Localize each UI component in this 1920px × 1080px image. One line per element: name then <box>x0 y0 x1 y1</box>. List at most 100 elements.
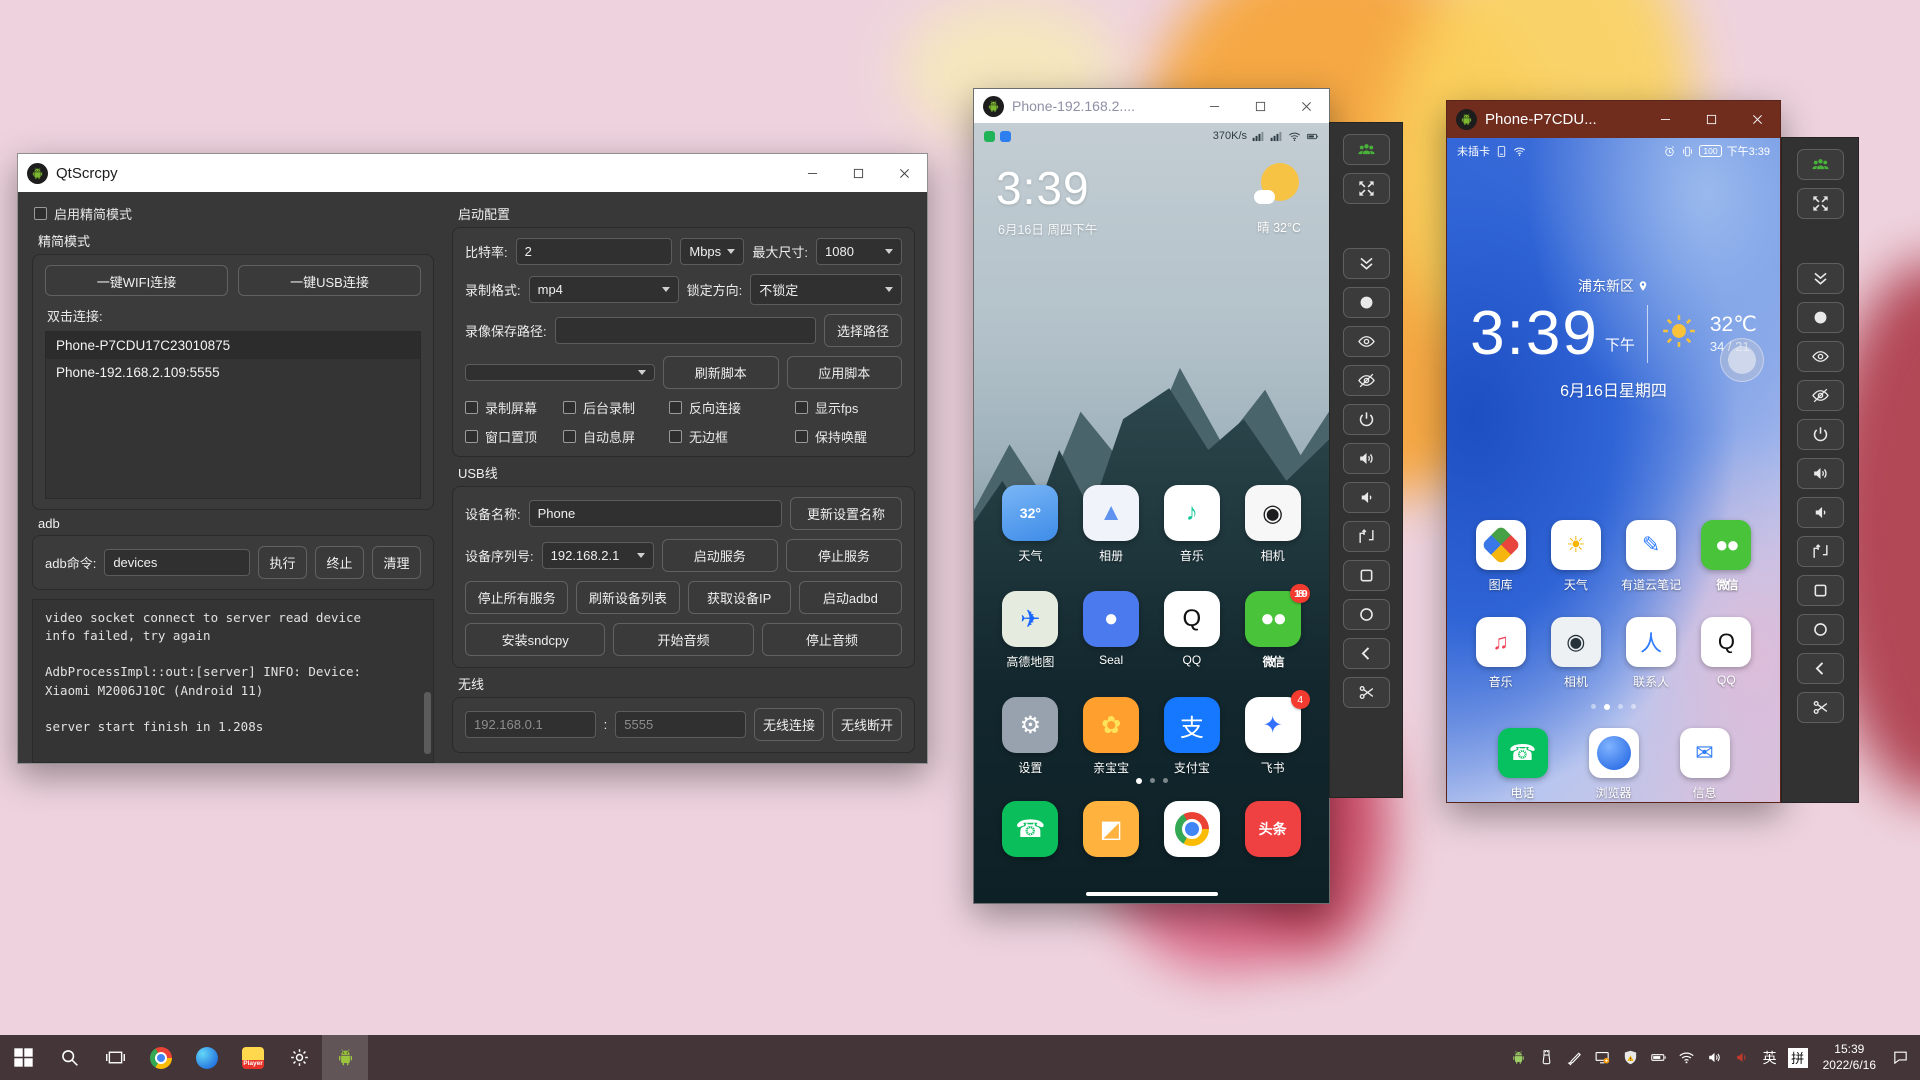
device-list-item[interactable]: Phone-192.168.2.109:5555 <box>46 359 420 386</box>
dock-app-item[interactable]: 头条 <box>1244 801 1301 857</box>
app-icon[interactable]: ✎ <box>1626 520 1677 570</box>
battery-tray-icon[interactable] <box>1645 1035 1672 1080</box>
menu-button[interactable] <box>1796 575 1844 606</box>
start-audio-button[interactable]: 开始音频 <box>613 623 754 656</box>
checkbox-box[interactable] <box>669 430 682 443</box>
blue-app-icon[interactable] <box>184 1035 230 1080</box>
app-icon[interactable]: ☎ <box>1002 801 1059 857</box>
wireless-port-input[interactable] <box>615 711 746 738</box>
chrome-icon[interactable] <box>138 1035 184 1080</box>
phone2-screen[interactable]: 未插卡 100 下午3:39 浦东新区 3:39 下午 32℃ 34 / 21 <box>1447 138 1780 802</box>
app-item[interactable]: ♫ 音乐 <box>1475 617 1526 690</box>
phone2-titlebar[interactable]: Phone-P7CDU... <box>1447 101 1780 138</box>
update-name-button[interactable]: 更新设置名称 <box>790 497 902 530</box>
app-item[interactable]: ◉ 相机 <box>1550 617 1601 690</box>
checkbox-box[interactable] <box>465 430 478 443</box>
navigation-pill[interactable] <box>1085 892 1218 896</box>
app-icon[interactable]: ◉ <box>1550 617 1601 667</box>
start-button[interactable] <box>0 1035 46 1080</box>
home-button[interactable] <box>1342 599 1390 630</box>
adb-terminate-button[interactable]: 终止 <box>315 546 364 579</box>
search-button[interactable] <box>46 1035 92 1080</box>
maximize-button[interactable] <box>1237 89 1283 123</box>
touch-indicator-button[interactable] <box>1342 287 1390 318</box>
group-control-button[interactable] <box>1342 134 1390 165</box>
config-checkbox[interactable]: 反向连接 <box>669 398 795 417</box>
checkbox-box[interactable] <box>795 401 808 414</box>
app-icon[interactable]: 32° <box>1002 485 1059 541</box>
screen-on-button[interactable] <box>1342 326 1390 357</box>
red-volume-tray-icon[interactable] <box>1729 1035 1756 1080</box>
screen-off-button[interactable] <box>1342 365 1390 396</box>
record-path-input[interactable] <box>554 317 816 344</box>
simple-mode-checkbox[interactable]: 启用精简模式 <box>34 204 434 223</box>
power-button[interactable] <box>1796 419 1844 450</box>
minimize-button[interactable] <box>1191 89 1237 123</box>
qtscrcpy-taskbar-icon[interactable] <box>322 1035 368 1080</box>
config-checkbox[interactable]: 后台录制 <box>563 398 669 417</box>
stop-audio-button[interactable]: 停止音频 <box>761 623 902 656</box>
config-checkbox[interactable]: 自动息屏 <box>563 427 669 446</box>
app-item[interactable]: Q QQ <box>1701 617 1752 690</box>
dock-app-item[interactable] <box>1163 801 1220 857</box>
app-item[interactable]: ✦ 4 飞书 <box>1244 690 1310 776</box>
script-select[interactable] <box>465 364 655 381</box>
language-indicator[interactable]: 英 <box>1757 1048 1783 1068</box>
refresh-script-button[interactable]: 刷新脚本 <box>663 356 779 389</box>
app-item[interactable]: ◉ 相机 <box>1244 485 1301 564</box>
close-button[interactable] <box>1283 89 1329 123</box>
app-item[interactable]: ✎ 有道云笔记 <box>1621 520 1681 593</box>
back-button[interactable] <box>1342 638 1390 669</box>
phone1-screen[interactable]: 370K/s 3:39 6月16日 周四下午 晴 32°C 32° 天气 ▲ 相… <box>974 123 1329 903</box>
app-icon[interactable]: ♫ <box>1475 617 1526 667</box>
app-icon[interactable]: ⚙ <box>1002 697 1059 753</box>
minimize-button[interactable] <box>1642 101 1688 138</box>
taskbar-clock[interactable]: 15:39 2022/6/16 <box>1823 1042 1876 1073</box>
volume-up-button[interactable] <box>1796 458 1844 489</box>
choose-path-button[interactable]: 选择路径 <box>824 314 902 347</box>
phone1-titlebar[interactable]: Phone-192.168.2.... <box>974 89 1329 123</box>
bitrate-input[interactable] <box>515 238 673 265</box>
usb-connect-button[interactable]: 一键USB连接 <box>238 265 421 296</box>
close-button[interactable] <box>881 154 927 192</box>
dock-app-item[interactable]: ✉ 信息 <box>1679 728 1730 801</box>
record-format-select[interactable]: mp4 <box>528 276 679 303</box>
screen-on-button[interactable] <box>1796 341 1844 372</box>
wireless-connect-button[interactable]: 无线连接 <box>753 708 824 741</box>
adb-command-input[interactable] <box>104 549 250 576</box>
ime-indicator[interactable]: 拼 <box>1787 1047 1808 1068</box>
app-icon[interactable]: 支 <box>1163 697 1220 753</box>
usb-tray-icon[interactable] <box>1533 1035 1560 1080</box>
volume-up-button[interactable] <box>1342 443 1390 474</box>
config-checkbox[interactable]: 保持唤醒 <box>795 427 902 446</box>
checkbox-box[interactable] <box>465 401 478 414</box>
wireless-disconnect-button[interactable]: 无线断开 <box>831 708 902 741</box>
rotate-screen-button[interactable] <box>1342 521 1390 552</box>
app-icon[interactable]: ●● <box>1701 520 1752 570</box>
home-button[interactable] <box>1796 614 1844 645</box>
lock-orientation-select[interactable]: 不锁定 <box>750 274 902 305</box>
checkbox-box[interactable] <box>563 401 576 414</box>
menu-button[interactable] <box>1342 560 1390 591</box>
task-view-button[interactable] <box>92 1035 138 1080</box>
log-output[interactable]: video socket connect to server read devi… <box>32 599 434 763</box>
device-name-input[interactable] <box>528 500 782 527</box>
checkbox-box[interactable] <box>563 430 576 443</box>
install-sndcpy-button[interactable]: 安装sndcpy <box>465 623 606 656</box>
pen-tray-icon[interactable] <box>1561 1035 1588 1080</box>
dock-app-item[interactable]: ◩ <box>1083 801 1140 857</box>
app-icon[interactable]: ☎ <box>1497 728 1548 778</box>
player-app-icon[interactable]: Player <box>230 1035 276 1080</box>
screenshot-button[interactable] <box>1796 692 1844 723</box>
app-item[interactable]: 人 联系人 <box>1626 617 1677 690</box>
adb-clear-button[interactable]: 清理 <box>372 546 421 579</box>
wifi-tray-icon[interactable] <box>1673 1035 1700 1080</box>
minimize-button[interactable] <box>789 154 835 192</box>
stop-all-services-button[interactable]: 停止所有服务 <box>465 581 569 614</box>
volume-tray-icon[interactable] <box>1701 1035 1728 1080</box>
serial-select[interactable]: 192.168.2.1 <box>541 542 654 569</box>
maximize-button[interactable] <box>1688 101 1734 138</box>
app-icon[interactable]: Q <box>1163 591 1220 647</box>
app-item[interactable]: ✿ 亲宝宝 <box>1083 697 1140 776</box>
app-icon[interactable]: 头条 <box>1244 801 1301 857</box>
